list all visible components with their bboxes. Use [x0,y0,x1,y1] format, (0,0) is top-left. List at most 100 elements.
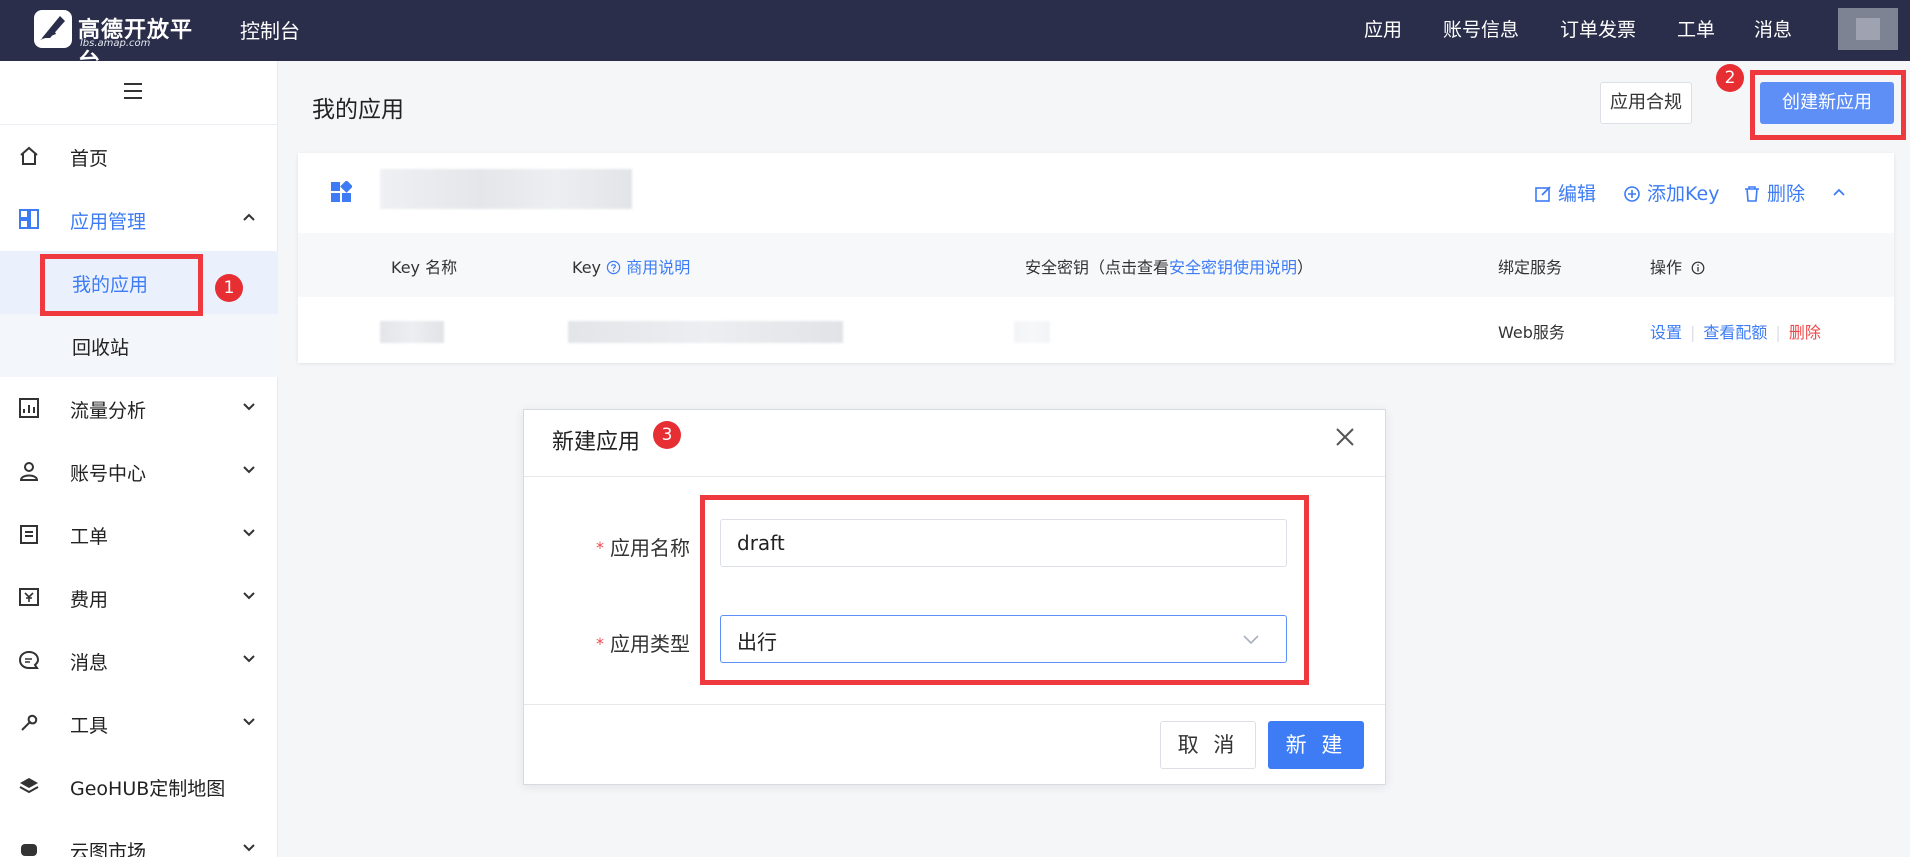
plus-circle-icon [1624,186,1640,202]
sidebar-item-label: 首页 [70,148,109,170]
chevron-down-icon [243,466,255,474]
edit-icon [1535,186,1551,202]
view-quota-link[interactable]: 查看配额 [1703,323,1767,342]
step-badge-2: 2 [1716,64,1744,92]
console-title: 控制台 [240,19,300,43]
col-bound-service: 绑定服务 [1498,258,1563,277]
sidebar-item-label: 工单 [70,526,109,548]
chart-icon [19,398,39,418]
keys-table-header: Key 名称 Key 商用说明 安全密钥（点击查看安全密钥使用说明） 绑定服务 … [298,233,1894,297]
amap-logo[interactable]: 高德开放平台 lbs.amap.com [32,8,194,75]
app-grid-icon [331,181,352,202]
col-key: Key 商用说明 [572,254,690,278]
menu-toggle-icon[interactable] [0,61,278,125]
top-navbar: 高德开放平台 lbs.amap.com 控制台 应用 账号信息 订单发票 工单 … [0,0,1910,75]
highlight-box-form-fields [700,495,1309,685]
user-icon [19,462,39,481]
highlight-box-create-app [1750,70,1906,140]
sidebar-item-label: 云图市场 [70,841,147,857]
help-circle-icon [606,260,621,275]
table-row: Web服务 设置 | 查看配额 | 删除 [298,297,1894,363]
info-icon [1691,261,1705,275]
sidebar-item-tools[interactable]: 工具 [0,692,278,755]
yen-icon [19,588,39,606]
delete-key-link[interactable]: 删除 [1789,323,1821,342]
sidebar-item-traffic-analysis[interactable]: 流量分析 [0,377,278,440]
sidebar-item-label: 工具 [70,715,109,737]
cloud-icon [21,844,37,856]
app-name-label-text: 应用名称 [610,536,690,560]
chevron-up-icon [243,213,255,221]
wrench-icon [21,714,38,731]
app-name-label: * 应用名称 [596,536,690,560]
sidebar-item-fees[interactable]: 费用 [0,566,278,629]
row-actions: 设置 | 查看配额 | 删除 [1650,323,1821,342]
sidebar-item-cloud-market[interactable]: 云图市场 [0,818,278,857]
secret-usage-link[interactable]: 安全密钥使用说明 [1169,258,1297,277]
col-key-name: Key 名称 [391,258,458,277]
sidebar-item-messages[interactable]: 消息 [0,629,278,692]
sidebar-item-tickets[interactable]: 工单 [0,503,278,566]
sidebar-item-label: 流量分析 [70,400,147,422]
sidebar-item-label: 应用管理 [70,211,147,233]
sidebar-item-account-center[interactable]: 账号中心 [0,440,278,503]
chevron-down-icon [243,529,255,537]
avatar[interactable] [1838,8,1898,50]
chevron-down-icon [243,403,255,411]
clipboard-icon [20,525,38,544]
col-secret-suffix: ） [1297,258,1314,277]
edit-label: 编辑 [1558,183,1597,205]
col-secret-label: 安全密钥（点击查看 [1025,258,1170,277]
delete-app-button[interactable]: 删除 [1743,179,1805,206]
app-type-label-text: 应用类型 [610,632,690,656]
secret-redacted[interactable] [1014,321,1050,343]
sidebar-item-recycle-bin[interactable]: 回收站 [0,314,278,377]
sidebar-item-label: 消息 [70,652,109,674]
sidebar-item-label: 费用 [70,589,109,611]
delete-label: 删除 [1767,183,1806,205]
app-card: 编辑 添加Key 删除 Key 名称 Key 商用说明 安全密钥（点击查看安全密… [298,153,1894,363]
col-operations-label: 操作 [1650,258,1683,277]
chevron-down-icon [243,592,255,600]
bound-service-value: Web服务 [1498,323,1565,342]
chevron-down-icon [243,844,255,852]
app-type-label: * 应用类型 [596,632,690,656]
sidebar-item-geohub[interactable]: GeoHUB定制地图 [0,755,278,818]
cancel-button[interactable]: 取 消 [1160,721,1256,769]
topnav-apps[interactable]: 应用 [1364,15,1402,42]
topnav-tickets[interactable]: 工单 [1677,15,1715,42]
amap-logo-icon [34,10,72,48]
layers-icon [19,778,39,794]
home-icon [20,146,38,165]
sidebar-item-label: 账号中心 [70,463,147,485]
collapse-chevron-icon[interactable] [1832,185,1846,199]
topnav-orders-invoices[interactable]: 订单发票 [1560,15,1636,42]
col-operations: 操作 [1650,254,1705,278]
commercial-note-label: 商用说明 [626,258,691,277]
dialog-footer-divider [524,704,1385,705]
chevron-down-icon [243,655,255,663]
add-key-button[interactable]: 添加Key [1623,179,1719,206]
edit-app-button[interactable]: 编辑 [1534,179,1596,206]
topnav-account-info[interactable]: 账号信息 [1443,15,1519,42]
commercial-note-link[interactable]: 商用说明 [606,258,690,277]
key-value-redacted [568,321,843,343]
chevron-down-icon [243,718,255,726]
dialog-title: 新建应用 [552,430,641,455]
col-key-label: Key [572,258,602,277]
message-icon [18,650,40,669]
create-button[interactable]: 新 建 [1268,721,1364,769]
settings-link[interactable]: 设置 [1650,323,1682,342]
topnav-messages[interactable]: 消息 [1754,15,1792,42]
step-badge-3: 3 [653,421,681,449]
sidebar-item-app-management[interactable]: 应用管理 [0,188,278,251]
add-key-label: 添加Key [1647,183,1720,205]
col-secret: 安全密钥（点击查看安全密钥使用说明） [1025,254,1313,278]
page-title: 我的应用 [312,97,404,123]
app-compliance-button[interactable]: 应用合规 [1600,82,1692,124]
sidebar-item-home[interactable]: 首页 [0,125,278,188]
close-icon[interactable] [1334,426,1356,448]
app-name-redacted [380,169,632,209]
grid-icon [19,209,39,229]
dialog-header-divider [524,476,1385,477]
